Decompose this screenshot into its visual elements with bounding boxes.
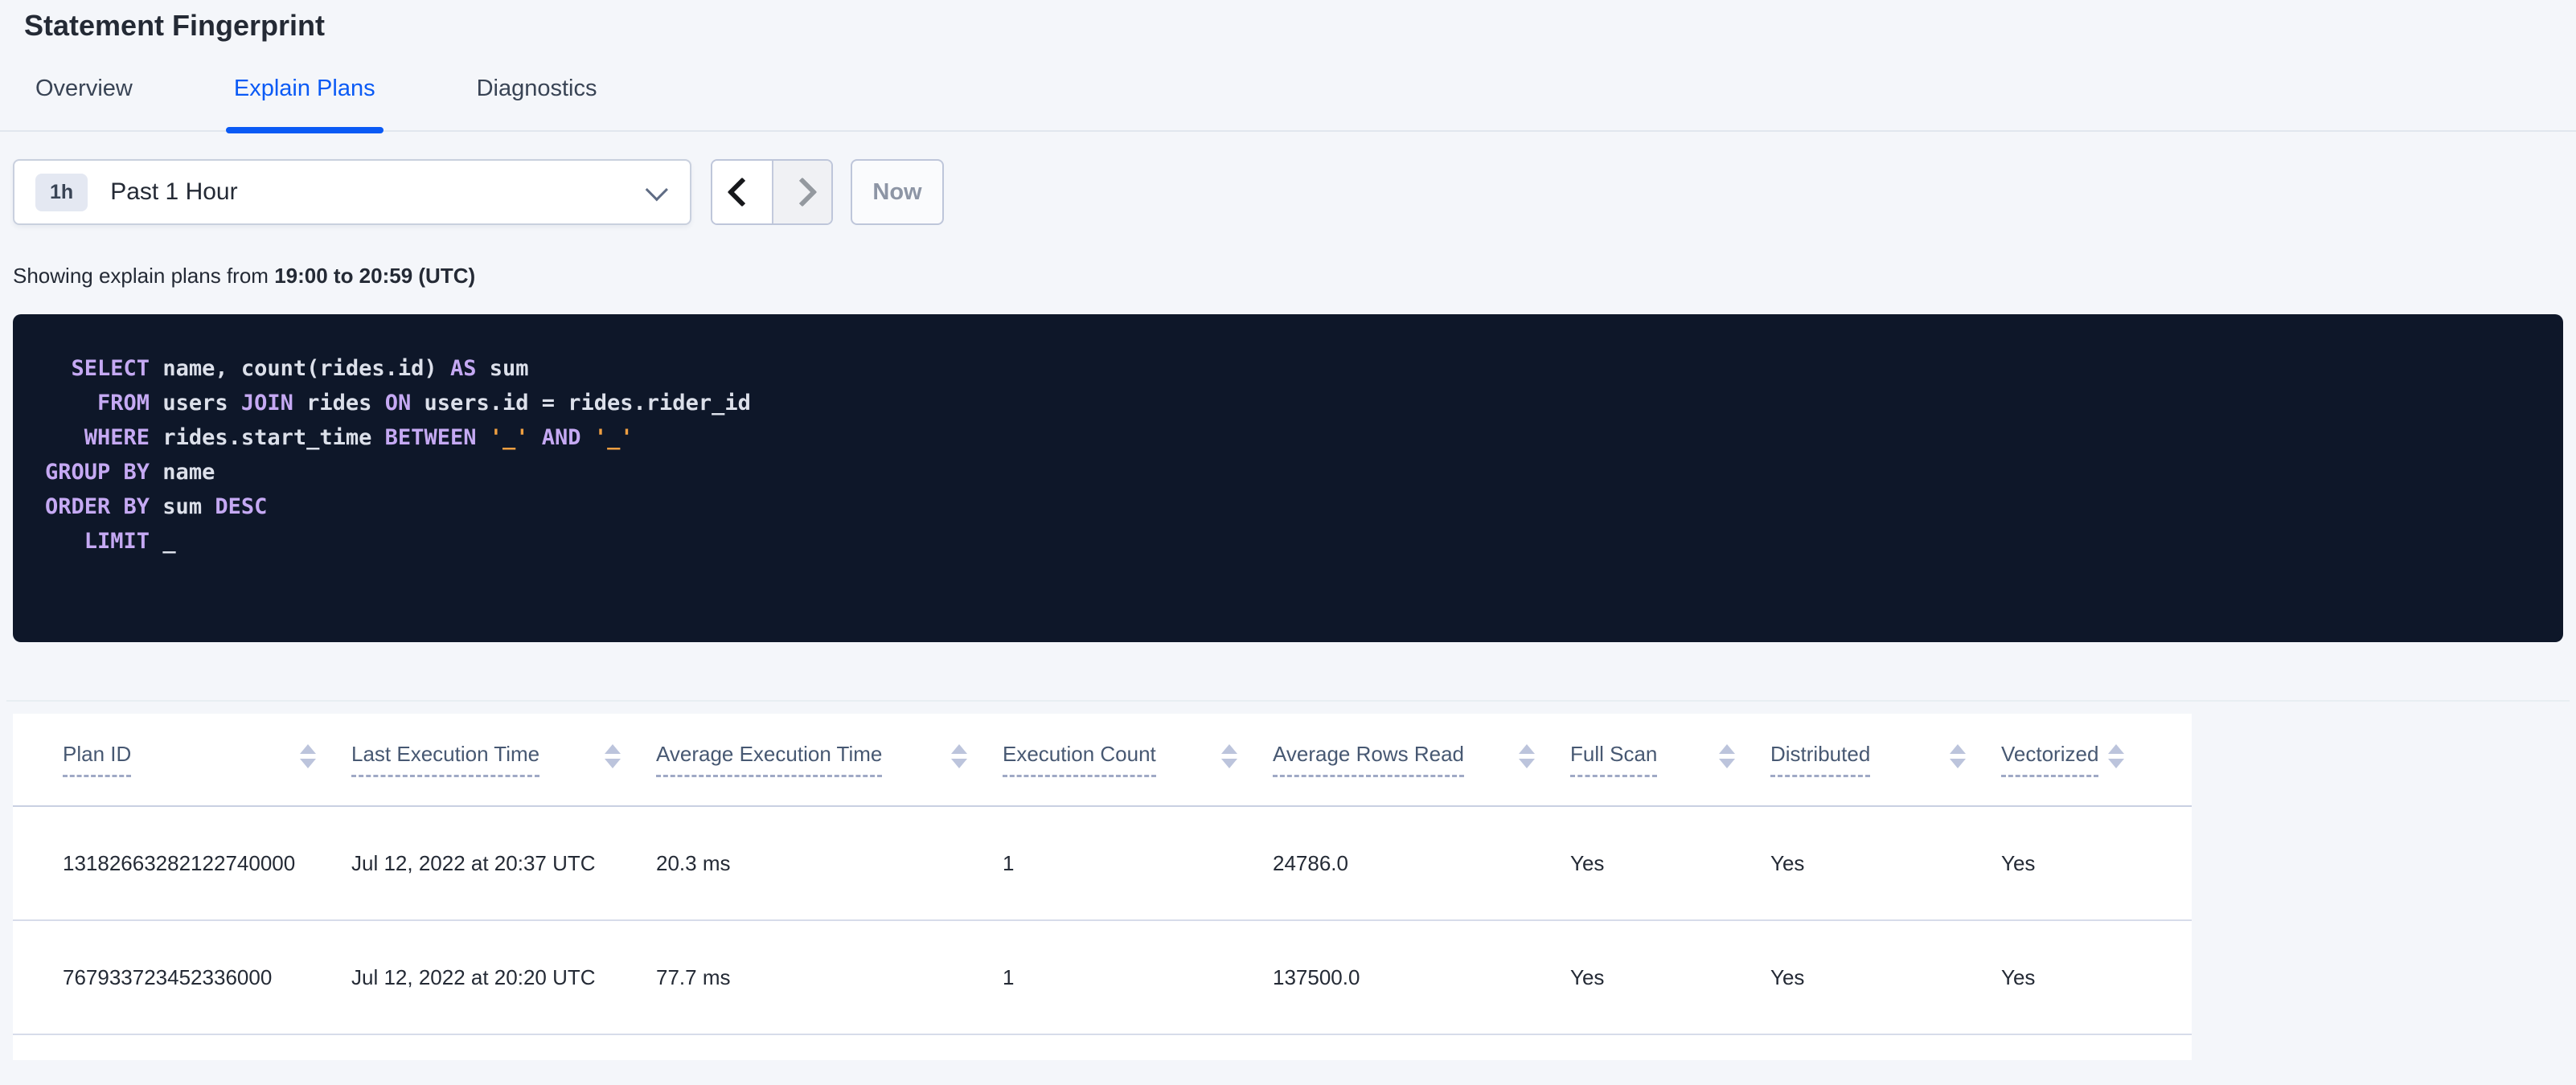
time-range-label: Past 1 Hour — [110, 178, 238, 205]
time-pager — [711, 159, 833, 225]
plan-cell: Yes — [1570, 964, 1605, 989]
sort-icon — [2108, 744, 2124, 775]
column-header-average-execution-time[interactable]: Average Execution Time — [656, 742, 1003, 777]
sort-icon — [605, 744, 621, 775]
sort-icon — [300, 744, 316, 775]
plan-cell: 77.7 ms — [656, 964, 731, 989]
plan-cell: 1 — [1003, 964, 1015, 989]
column-header-full-scan[interactable]: Full Scan — [1570, 742, 1770, 777]
sort-icon — [1221, 744, 1237, 775]
next-time-button[interactable] — [772, 161, 831, 223]
column-header-label: Vectorized — [2001, 742, 2099, 777]
sort-icon — [1719, 744, 1735, 775]
column-header-distributed[interactable]: Distributed — [1770, 742, 2001, 777]
tab-explain-plans[interactable]: Explain Plans — [225, 74, 384, 133]
column-header-last-execution-time[interactable]: Last Execution Time — [351, 742, 656, 777]
plan-cell: 20.3 ms — [656, 850, 731, 875]
plan-cell: Yes — [1570, 850, 1605, 875]
plan-row[interactable]: 767933723452336000 Jul 12, 2022 at 20:20 … — [13, 921, 2192, 1035]
column-header-label: Full Scan — [1570, 742, 1658, 777]
plan-cell: Jul 12, 2022 at 20:20 UTC — [351, 964, 596, 989]
column-header-label: Last Execution Time — [351, 742, 540, 777]
status-prefix: Showing explain plans from — [13, 264, 275, 288]
tab-diagnostics[interactable]: Diagnostics — [474, 74, 601, 130]
plan-id-cell: 13182663282122740000 — [63, 850, 296, 875]
prev-time-button[interactable] — [712, 161, 772, 223]
sort-icon — [1950, 744, 1966, 775]
page-title: Statement Fingerprint — [24, 9, 326, 42]
plan-cell: Yes — [2001, 850, 2036, 875]
sort-icon — [1519, 744, 1535, 775]
tab-overview[interactable]: Overview — [32, 74, 136, 130]
plan-cell: 1 — [1003, 850, 1015, 875]
now-button[interactable]: Now — [851, 159, 944, 225]
column-header-vectorized[interactable]: Vectorized — [2001, 742, 2160, 777]
column-header-label: Average Execution Time — [656, 742, 883, 777]
time-controls: 1h Past 1 Hour Now — [13, 159, 2563, 225]
status-time-range: 19:00 to 20:59 (UTC) — [274, 264, 476, 288]
plan-id-cell: 767933723452336000 — [63, 964, 273, 989]
plan-row[interactable]: 13182663282122740000 Jul 12, 2022 at 20:3… — [13, 807, 2192, 921]
plan-cell: Yes — [1770, 964, 1805, 989]
time-range-select[interactable]: 1h Past 1 Hour — [13, 159, 691, 225]
showing-plans-status: Showing explain plans from 19:00 to 20:5… — [13, 264, 2563, 288]
tab-bar: Overview Explain Plans Diagnostics — [0, 74, 2576, 133]
plans-table-body: 13182663282122740000 Jul 12, 2022 at 20:3… — [13, 807, 2192, 1035]
section-divider — [6, 700, 2570, 702]
column-header-label: Plan ID — [63, 742, 132, 777]
plans-table-header: Plan ID Last Execution Time Average Execut… — [13, 714, 2192, 807]
column-header-label: Distributed — [1770, 742, 1871, 777]
explain-plans-card: Plan ID Last Execution Time Average Execut… — [13, 714, 2192, 1060]
chevron-down-icon — [645, 178, 668, 202]
plan-cell: Yes — [1770, 850, 1805, 875]
column-header-label: Average Rows Read — [1273, 742, 1464, 777]
plan-cell: 137500.0 — [1273, 964, 1360, 989]
time-range-badge: 1h — [35, 173, 88, 211]
sort-icon — [951, 744, 967, 775]
plan-cell: Yes — [2001, 964, 2036, 989]
statement-fingerprint-page: Statement Fingerprint Overview Explain P… — [0, 6, 2576, 1085]
chevron-right-icon — [787, 177, 818, 207]
column-header-label: Execution Count — [1003, 742, 1156, 777]
plan-cell: 24786.0 — [1273, 850, 1348, 875]
plan-cell: Jul 12, 2022 at 20:37 UTC — [351, 850, 596, 875]
sql-statement-text: SELECT name, count(rides.id) AS sum FROM… — [45, 356, 751, 554]
chevron-left-icon — [727, 177, 757, 207]
column-header-average-rows-read[interactable]: Average Rows Read — [1273, 742, 1570, 777]
column-header-execution-count[interactable]: Execution Count — [1003, 742, 1273, 777]
column-header-plan-id[interactable]: Plan ID — [63, 742, 351, 777]
sql-statement-block: SELECT name, count(rides.id) AS sum FROM… — [13, 314, 2563, 642]
